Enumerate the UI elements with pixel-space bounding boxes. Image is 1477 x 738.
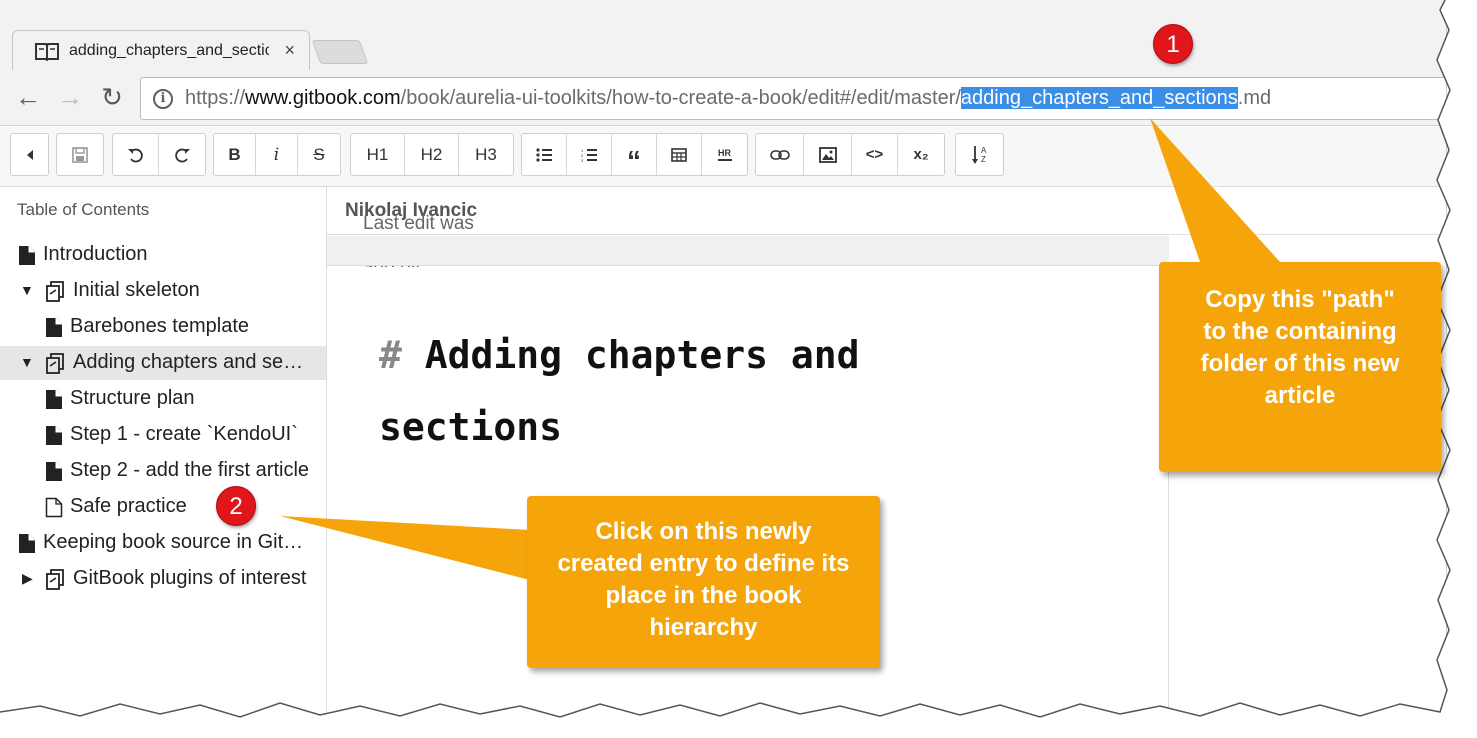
callout-click-entry: Click on this newly created entry to def…	[527, 496, 880, 668]
callout-copy-path: Copy this "path" to the containing folde…	[1159, 262, 1441, 472]
step-badge-2: 2	[216, 486, 256, 526]
callout2-pointer	[280, 516, 530, 580]
step-badge-1: 1	[1153, 24, 1193, 64]
callout1-text: Copy this "path" to the containing folde…	[1200, 286, 1400, 409]
callout2-text: Click on this newly created entry to def…	[557, 518, 850, 641]
callout1-pointer	[1150, 118, 1280, 262]
